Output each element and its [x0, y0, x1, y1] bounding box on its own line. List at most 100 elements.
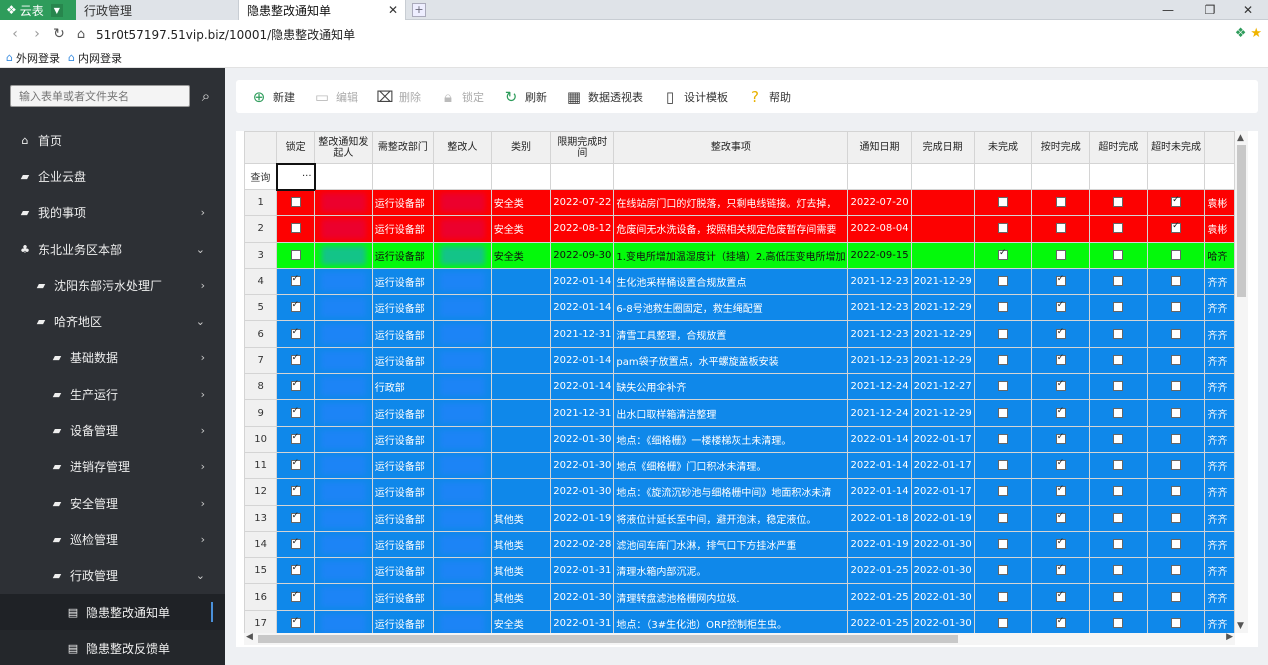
help-button[interactable]: ? 帮助 — [746, 88, 791, 106]
checkbox[interactable] — [1171, 539, 1182, 549]
cell-extra[interactable]: 齐齐 — [1204, 320, 1235, 348]
back-icon[interactable]: ‹ — [4, 26, 26, 42]
cell-deadline[interactable]: 2022-01-30 — [550, 478, 615, 506]
checkbox[interactable] — [290, 406, 301, 418]
cell-item[interactable]: 地点：《旋流沉砂池与细格栅中间》地面积冰未清 — [613, 478, 849, 506]
cell-notice-date[interactable]: 2022-01-18 — [847, 504, 912, 532]
checkbox[interactable] — [1113, 381, 1124, 392]
checkbox[interactable] — [998, 276, 1009, 287]
new-button[interactable]: ⊕ 新建 — [250, 88, 295, 106]
cell-extra[interactable]: 齐齐 — [1204, 373, 1235, 401]
col-header-late[interactable]: 超时完成 — [1089, 131, 1148, 164]
cell-extra[interactable]: 齐齐 — [1204, 346, 1235, 375]
col-header-dept[interactable]: 需整改部门 — [371, 131, 435, 164]
checkbox[interactable] — [290, 223, 301, 234]
col-header-done-date[interactable]: 完成日期 — [910, 131, 975, 164]
sidebar-item-haqi-region[interactable]: ▰ 哈齐地区 ⌄ — [0, 303, 225, 339]
checkbox[interactable] — [290, 484, 301, 497]
table-row[interactable]: 17运行设备部安全类2022-01-31地点：（3#生化池）ORP控制柜生虫。2… — [244, 609, 1235, 633]
checkbox[interactable] — [1055, 458, 1066, 471]
checkbox[interactable] — [1113, 354, 1124, 365]
checkbox[interactable] — [1171, 276, 1182, 287]
checkbox[interactable] — [1055, 590, 1066, 602]
cell-category[interactable]: 安全类 — [490, 215, 552, 243]
extension-icon[interactable]: ❖ — [1235, 26, 1247, 41]
checkbox[interactable] — [998, 328, 1009, 339]
cell-extra[interactable]: 齐齐 — [1204, 294, 1235, 322]
cell-item[interactable]: 将液位计延长至中间，避开泡沫，稳定液位。 — [613, 504, 849, 532]
checkbox[interactable] — [1055, 274, 1066, 287]
checkbox[interactable] — [1055, 327, 1066, 339]
cell-notice-date[interactable]: 2022-07-20 — [847, 188, 912, 217]
cell-deadline[interactable]: 2021-12-31 — [550, 399, 615, 427]
bookmark-internal-login[interactable]: ⌂ 内网登录 — [68, 50, 122, 66]
cell-item[interactable]: pam袋子放置点，水平螺旋盖板安装 — [613, 346, 849, 375]
scroll-up-icon[interactable]: ▲ — [1237, 133, 1244, 143]
refresh-button[interactable]: ↻ 刷新 — [502, 88, 547, 106]
cell-item[interactable]: 地点《细格栅》门口积冰未清理。 — [613, 451, 849, 480]
checkbox[interactable] — [1171, 460, 1182, 471]
close-icon[interactable]: ✕ — [388, 3, 398, 17]
cell-item[interactable]: 6-8号池救生圈固定，救生绳配置 — [613, 294, 849, 322]
checkbox[interactable] — [290, 511, 301, 523]
checkbox[interactable] — [1113, 433, 1124, 444]
checkbox[interactable] — [998, 407, 1009, 418]
cell-extra[interactable]: 齐齐 — [1204, 478, 1235, 506]
sidebar-item-hazard-notice[interactable]: ▤ 隐患整改通知单 — [0, 593, 225, 631]
cell-notice-date[interactable]: 2021-12-24 — [847, 373, 912, 401]
cell-done-date[interactable]: 2021-12-29 — [910, 399, 975, 427]
checkbox[interactable] — [1113, 223, 1124, 234]
cell-item[interactable]: 清雪工具整理，合规放置 — [613, 320, 849, 348]
cell-category[interactable] — [490, 346, 552, 375]
cell-deadline[interactable]: 2022-01-14 — [550, 346, 615, 375]
cell-deadline[interactable]: 2022-01-30 — [550, 583, 615, 611]
table-row[interactable]: 6 运行设备部 2021-12-31清雪工具整理，合规放置2021-12-23202… — [244, 320, 1235, 348]
col-header-category[interactable]: 类别 — [490, 131, 552, 164]
checkbox[interactable] — [290, 590, 301, 602]
checkbox[interactable] — [998, 354, 1009, 365]
cell-done-date[interactable]: 2022-01-30 — [910, 583, 975, 611]
checkbox[interactable] — [1171, 407, 1182, 418]
checkbox[interactable] — [1055, 353, 1066, 365]
cell-done-date[interactable]: 2022-01-30 — [910, 557, 975, 585]
cell-extra[interactable]: 齐齐 — [1204, 504, 1235, 532]
cell-category[interactable]: 其他类 — [490, 583, 552, 611]
checkbox[interactable] — [998, 565, 1009, 576]
new-tab-button[interactable]: + — [412, 3, 426, 17]
cell-dept[interactable]: 运行设备部 — [371, 530, 435, 559]
checkbox[interactable] — [290, 300, 301, 313]
checkbox[interactable] — [290, 432, 301, 444]
checkbox[interactable] — [1055, 432, 1066, 444]
table-row[interactable]: 12运行设备部2022-01-30地点：《旋流沉砂池与细格栅中间》地面积冰未清2… — [244, 478, 1235, 506]
cell-notice-date[interactable]: 2022-01-14 — [847, 451, 912, 480]
cell-extra[interactable]: 齐齐 — [1204, 557, 1235, 585]
filter-cell[interactable] — [910, 163, 975, 190]
checkbox[interactable] — [998, 591, 1009, 602]
search-icon[interactable]: ⌕ — [196, 85, 216, 107]
cell-deadline[interactable]: 2022-01-31 — [550, 557, 615, 585]
checkbox[interactable] — [1055, 197, 1066, 208]
cell-dept[interactable]: 运行设备部 — [371, 188, 435, 217]
checkbox[interactable] — [1113, 539, 1124, 549]
checkbox[interactable] — [1113, 565, 1124, 576]
cell-category[interactable] — [490, 320, 552, 348]
cell-dept[interactable]: 运行设备部 — [371, 267, 435, 296]
cell-done-date[interactable]: 2022-01-30 — [910, 530, 975, 559]
cell-notice-date[interactable]: 2021-12-24 — [847, 399, 912, 427]
cell-dept[interactable]: 运行设备部 — [371, 504, 435, 532]
more-dots-icon[interactable]: ··· — [302, 171, 312, 182]
checkbox[interactable] — [1171, 486, 1182, 497]
cell-deadline[interactable]: 2022-01-14 — [550, 267, 615, 296]
cell-dept[interactable]: 运行设备部 — [371, 241, 435, 269]
table-row[interactable]: 7运行设备部2022-01-14pam袋子放置点，水平螺旋盖板安装2021-12… — [244, 346, 1235, 375]
cell-item[interactable]: 缺失公用伞补齐 — [613, 373, 849, 401]
table-row[interactable]: 3 运行设备部 安全类 2022-09-30 1.变电所增加温湿度计（挂墙）2.高低压变… — [244, 241, 1235, 269]
table-row[interactable]: 5运行设备部2022-01-146-8号池救生圈固定，救生绳配置2021-12-… — [244, 294, 1235, 322]
checkbox[interactable] — [290, 458, 301, 471]
cell-notice-date[interactable]: 2021-12-23 — [847, 346, 912, 375]
cell-deadline[interactable]: 2022-09-30 — [550, 241, 615, 269]
checkbox[interactable] — [1171, 354, 1182, 365]
cell-dept[interactable]: 运行设备部 — [371, 320, 435, 348]
home-icon[interactable]: ⌂ — [70, 27, 92, 42]
cell-item[interactable]: 清理水箱内部沉泥。 — [613, 557, 849, 585]
